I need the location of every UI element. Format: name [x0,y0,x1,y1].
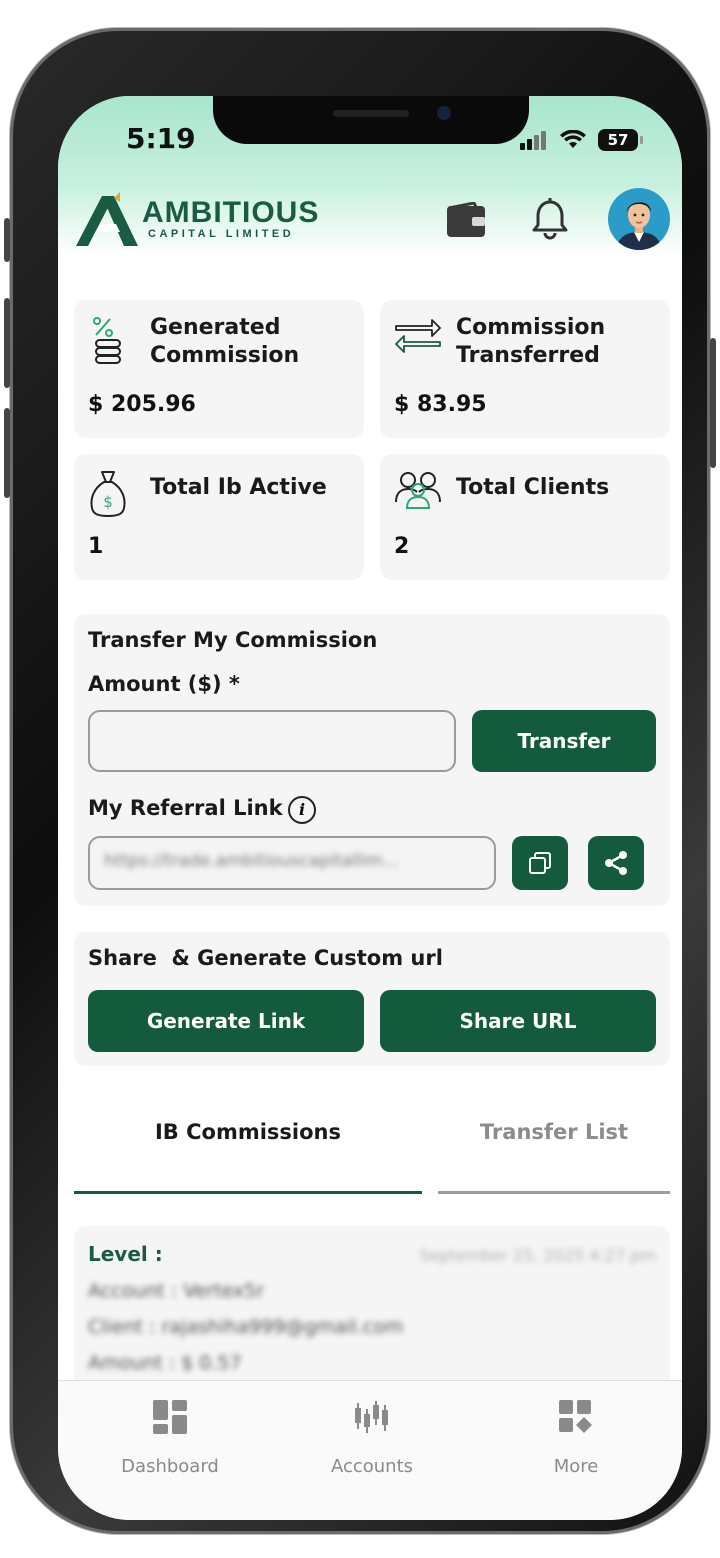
commission-account: Account : Vertex5r [88,1280,265,1302]
total-ib-active-card[interactable]: $ Total Ib Active 1 [74,454,364,580]
candlestick-chart-icon [355,1401,388,1433]
bottom-navigation: Dashboard Accounts More [58,1380,682,1520]
volume-down-button [4,408,10,498]
custom-url-panel: Share & Generate Custom url Generate Lin… [74,932,670,1066]
cellular-signal-icon [520,130,548,150]
share-link-button[interactable] [588,836,644,890]
stat-title: Generated Commission [150,315,300,368]
referral-link-label: My Referral Link [88,796,283,820]
generated-commission-value: $ 205.96 [88,392,196,417]
transfer-commission-panel: Transfer My Commission Amount ($) * Tran… [74,614,670,906]
tab-transfer-list[interactable]: Transfer List [438,1120,670,1144]
svg-text:$: $ [103,493,113,511]
coin-stack-percent-icon [93,317,121,364]
nav-accounts-label: Accounts [330,1456,414,1477]
wallet-icon[interactable] [446,202,486,238]
dashboard-icon [153,1400,187,1434]
generated-commission-card[interactable]: Generated Commission $ 205.96 [74,300,364,438]
users-group-icon [395,472,441,509]
transfer-title: Transfer My Commission [88,628,378,652]
battery-indicator: 57 [598,129,643,151]
nav-accounts[interactable]: Accounts [302,1399,442,1477]
notch [213,96,529,144]
commission-transferred-card[interactable]: Commission Transferred $ 83.95 [380,300,670,438]
total-clients-value: 2 [394,534,410,559]
total-clients-card[interactable]: Total Clients 2 [380,454,670,580]
amount-label: Amount ($) * [88,672,240,696]
copy-link-button[interactable] [512,836,568,890]
active-tab-indicator [74,1191,422,1194]
generate-link-button[interactable]: Generate Link [88,990,364,1052]
custom-url-title: Share & Generate Custom url [88,946,443,970]
status-icons: 57 [520,128,643,152]
total-ib-active-value: 1 [88,534,104,559]
app-screen: 5:19 57 AMBITIOUS CAPITAL LIMITED Genera… [58,96,682,1520]
level-label: Level : [88,1242,163,1266]
copy-icon [529,852,551,874]
money-bag-icon: $ [90,471,126,518]
nav-more-label: More [553,1456,599,1477]
brand-logo[interactable]: AMBITIOUS CAPITAL LIMITED [74,192,318,248]
stat-title: Commission Transferred [456,315,606,368]
share-icon [605,851,627,875]
share-url-button[interactable]: Share URL [380,990,656,1052]
brand-subtitle: CAPITAL LIMITED [148,228,295,240]
power-button [710,338,716,468]
brand-name: AMBITIOUS [142,196,320,229]
more-apps-icon [559,1400,592,1433]
wifi-icon [560,130,586,148]
stat-title: Total Ib Active [150,475,327,500]
transfer-arrows-icon [395,319,441,353]
transfer-button[interactable]: Transfer [472,710,656,772]
inactive-tab-indicator [438,1191,670,1194]
nav-dashboard[interactable]: Dashboard [100,1399,240,1477]
commission-date: September 25, 2025 4:27 pm [419,1246,656,1265]
user-avatar[interactable] [608,188,670,250]
tab-ib-commissions[interactable]: IB Commissions [74,1120,422,1144]
status-time: 5:19 [126,122,196,155]
commission-client: Client : rajashiha999@gmail.com [88,1316,404,1338]
stat-title: Total Clients [456,475,610,500]
mute-switch [4,218,10,262]
phone-frame: 5:19 57 AMBITIOUS CAPITAL LIMITED Genera… [4,28,716,1534]
referral-link-field[interactable]: https://trade.ambitiouscapitallim... [88,836,496,890]
volume-up-button [4,298,10,388]
commission-transferred-value: $ 83.95 [394,392,487,417]
avatar-person-icon [616,202,662,250]
logo-mark-icon [76,192,138,246]
commission-list-item[interactable]: Level : September 25, 2025 4:27 pm Accou… [74,1226,670,1396]
referral-link-text: https://trade.ambitiouscapitallim... [104,851,399,871]
amount-input[interactable] [88,710,456,772]
commission-amount: Amount : $ 0.57 [88,1352,242,1374]
info-icon[interactable]: i [288,796,316,824]
notification-bell-icon[interactable] [532,198,568,240]
nav-dashboard-label: Dashboard [121,1456,219,1477]
nav-more[interactable]: More [506,1399,646,1477]
